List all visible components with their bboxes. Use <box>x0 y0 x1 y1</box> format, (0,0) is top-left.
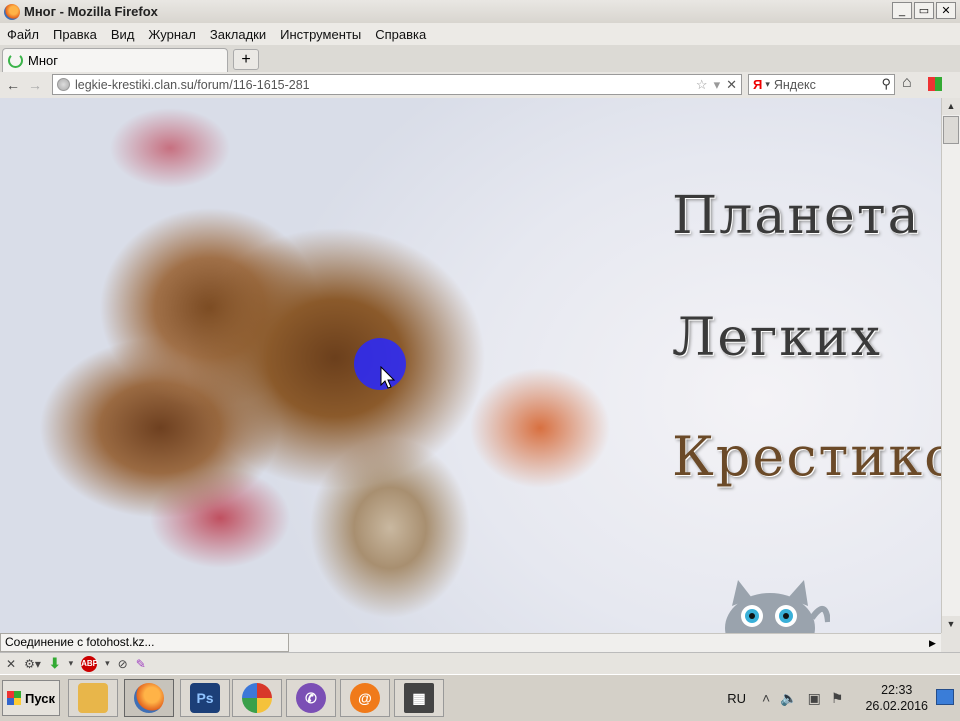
menu-file[interactable]: Файл <box>7 27 39 42</box>
firefox-app-icon <box>134 683 164 713</box>
language-indicator[interactable]: RU <box>727 691 746 706</box>
tray-expand-icon[interactable]: ˄ <box>762 690 770 707</box>
menu-history[interactable]: Журнал <box>148 27 195 42</box>
tab-bar: Мног <box>0 45 960 73</box>
volume-icon[interactable]: 🔈 <box>780 690 797 707</box>
firefox-icon <box>4 3 20 20</box>
show-desktop-icon[interactable] <box>936 689 954 705</box>
download-icon[interactable]: ⬇ <box>49 655 61 672</box>
action-center-flag-icon[interactable]: ⚑ <box>831 690 844 707</box>
taskbar-explorer[interactable] <box>68 679 118 717</box>
status-text: Соединение с fotohost.kz... <box>0 633 289 652</box>
vertical-scrollbar[interactable]: ▲ ▼ <box>941 98 960 633</box>
home-icon[interactable]: ⌂ <box>902 74 912 92</box>
site-identity-icon[interactable] <box>57 78 70 91</box>
taskbar-video[interactable]: ▦ <box>394 679 444 717</box>
search-box[interactable]: Я ▾ Яндекс ⚲ <box>748 74 895 95</box>
viber-icon: ✆ <box>296 683 326 713</box>
window-title: Мног - Mozilla Firefox <box>24 4 158 19</box>
history-dropdown-icon[interactable]: ▾ <box>714 75 721 95</box>
back-button[interactable]: ← <box>4 76 22 94</box>
taskbar-firefox[interactable] <box>124 679 174 717</box>
stop-icon[interactable]: ✕ <box>726 75 737 95</box>
adblock-dropdown-icon[interactable]: ▾ <box>105 658 110 669</box>
start-label: Пуск <box>25 690 55 706</box>
banner-line-1: Планета <box>672 186 921 246</box>
close-addon-bar-icon[interactable]: ✕ <box>6 657 16 671</box>
banner-line-3: Крестиков <box>672 425 941 488</box>
menu-bookmarks[interactable]: Закладки <box>210 27 266 42</box>
yandex-icon[interactable]: Я <box>753 77 762 92</box>
scrollbar-thumb[interactable] <box>943 116 959 144</box>
tab-active[interactable]: Мног <box>2 48 228 72</box>
menu-tools[interactable]: Инструменты <box>280 27 361 42</box>
page-banner-image: Планета Легких Крестиков <box>0 98 941 633</box>
menu-bar: Файл Правка Вид Журнал Закладки Инструме… <box>0 23 960 45</box>
clock-date: 26.02.2016 <box>865 699 928 713</box>
taskbar-photoshop[interactable]: Ps <box>180 679 230 717</box>
video-editor-icon: ▦ <box>404 683 434 713</box>
scroll-right-icon[interactable]: ▶ <box>924 634 941 652</box>
system-tray: RU ˄ 🔈 ▣ ⚑ 22:33 26.02.2016 <box>727 675 960 721</box>
windows-logo-icon <box>7 691 21 705</box>
forward-button[interactable]: → <box>26 76 44 94</box>
bookmark-star-icon[interactable]: ☆ <box>696 75 708 95</box>
new-tab-button[interactable]: + <box>233 49 259 70</box>
taskbar-viber[interactable]: ✆ <box>286 679 336 717</box>
scroll-up-icon[interactable]: ▲ <box>942 98 960 115</box>
network-icon[interactable]: ▣ <box>808 690 821 707</box>
url-path: /forum/116-1615-281 <box>193 77 310 92</box>
window-controls: _ ▭ ✕ <box>892 2 956 19</box>
download-dropdown-icon[interactable]: ▾ <box>69 658 74 669</box>
mail-icon: @ <box>350 683 380 713</box>
pen-icon[interactable]: ✎ <box>136 657 146 671</box>
picasa-icon <box>242 683 272 713</box>
addon-toolbar-icon[interactable] <box>928 77 942 91</box>
mouse-pointer-icon <box>380 366 396 389</box>
window-titlebar: Мног - Mozilla Firefox _ ▭ ✕ <box>0 0 960 23</box>
url-text[interactable]: legkie-krestiki.clan.su/forum/116-1615-2… <box>75 78 310 92</box>
search-input[interactable]: Яндекс <box>774 78 816 92</box>
url-bar[interactable]: legkie-krestiki.clan.su/forum/116-1615-2… <box>52 74 742 95</box>
photoshop-icon: Ps <box>190 683 220 713</box>
folder-icon <box>78 683 108 713</box>
addon-bar: ✕ ⚙▾ ⬇ ▾ ABP ▾ ⊘ ✎ <box>0 652 960 674</box>
navigation-bar: ← → legkie-krestiki.clan.su/forum/116-16… <box>0 72 960 99</box>
url-host: legkie-krestiki.clan.su <box>75 77 194 92</box>
scroll-down-icon[interactable]: ▼ <box>942 616 960 633</box>
start-button[interactable]: Пуск <box>2 680 60 716</box>
minimize-button[interactable]: _ <box>892 2 912 19</box>
settings-icon[interactable]: ⚙▾ <box>24 657 41 671</box>
adblock-icon[interactable]: ABP <box>81 655 98 672</box>
loading-spinner-icon <box>8 53 23 68</box>
tab-label: Мног <box>28 53 58 68</box>
menu-view[interactable]: Вид <box>111 27 135 42</box>
scrollbar-corner <box>941 633 960 652</box>
taskbar-mail[interactable]: @ <box>340 679 390 717</box>
close-button[interactable]: ✕ <box>936 2 956 19</box>
menu-help[interactable]: Справка <box>375 27 426 42</box>
zoom-icon[interactable]: ⊘ <box>118 657 128 671</box>
banner-line-2: Легких <box>672 308 882 368</box>
cat-illustration <box>725 580 830 633</box>
search-icon[interactable]: ⚲ <box>881 76 891 92</box>
menu-edit[interactable]: Правка <box>53 27 97 42</box>
maximize-button[interactable]: ▭ <box>914 2 934 19</box>
clock-time: 22:33 <box>881 683 913 697</box>
taskbar-picasa[interactable] <box>232 679 282 717</box>
taskbar: Пуск Ps ✆ @ ▦ RU ˄ 🔈 ▣ ⚑ 22:33 26.02.201… <box>0 674 960 720</box>
search-engine-dropdown-icon[interactable]: ▾ <box>765 79 770 90</box>
clock[interactable]: 22:33 26.02.2016 <box>865 682 928 714</box>
